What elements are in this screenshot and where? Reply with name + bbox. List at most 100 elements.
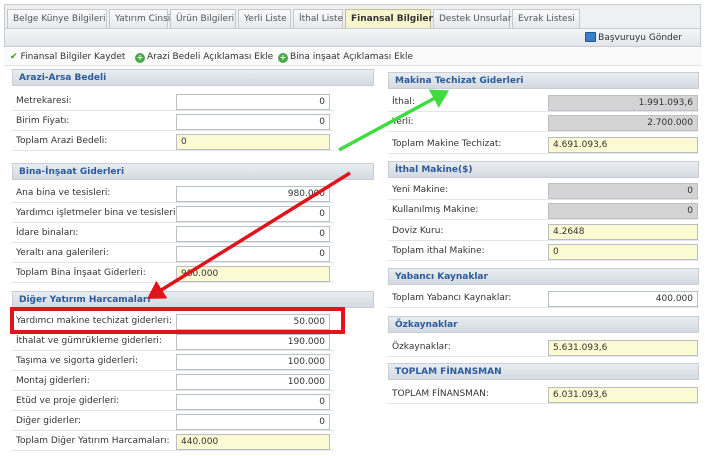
used-machine-value: 0 <box>548 203 698 219</box>
field-label: Kullanılmış Makine: <box>392 205 479 215</box>
row-total-imported-machine: Toplam ithal Makine: 0 <box>388 242 699 261</box>
section-equity: Özkaynaklar <box>388 316 699 333</box>
main-building-input[interactable]: 980.000 <box>176 186 330 202</box>
import-customs-input[interactable]: 190.000 <box>176 334 330 350</box>
tab-yatirim-cinsi[interactable]: Yatırım Cinsi <box>109 9 170 29</box>
submit-application-button[interactable]: Başvuruyu Gönder <box>585 31 682 45</box>
aux-building-input[interactable]: 0 <box>176 206 330 222</box>
total-financing-value: 6.031.093,6 <box>548 387 698 403</box>
row-total-land: Toplam Arazi Bedeli: 0 <box>12 132 334 151</box>
tab-finansal-bilgiler[interactable]: Finansal Bilgiler <box>345 9 433 29</box>
total-machinery-value: 4.691.093,6 <box>548 137 698 153</box>
tab-belge-kunye[interactable]: Belge Künye Bilgileri <box>7 9 107 29</box>
transport-insurance-input[interactable]: 100.000 <box>176 354 330 370</box>
aux-machinery-input[interactable]: 50.000 <box>176 314 330 330</box>
send-icon <box>585 32 597 42</box>
row-total-foreign-sources: Toplam Yabancı Kaynaklar: 400.000 <box>388 289 699 308</box>
field-label: Etüd ve proje giderleri: <box>16 396 120 406</box>
row-land-area: Metrekaresi: 0 <box>12 92 334 111</box>
row-exchange-rate: Doviz Kuru: 4.2648 <box>388 222 699 241</box>
unit-price-input[interactable]: 0 <box>176 114 330 130</box>
field-label: Birim Fiyatı: <box>16 116 70 126</box>
add-land-description-label: Arazi Bedeli Açıklaması Ekle <box>147 52 274 62</box>
tab-destek-unsurlari[interactable]: Destek Unsurları <box>433 9 514 29</box>
new-machine-value: 0 <box>548 183 698 199</box>
field-label: Yeni Makine: <box>392 185 449 195</box>
section-other-investments: Diğer Yatırım Harcamaları <box>12 291 374 308</box>
row-total-financing: TOPLAM FİNANSMAN: 6.031.093,6 <box>388 385 699 404</box>
row-imported-machinery: İthal: 1.991.093,6 <box>388 93 699 112</box>
tab-yerli-liste[interactable]: Yerli Liste <box>238 9 291 29</box>
row-main-building: Ana bina ve tesisleri: 980.000 <box>12 184 334 203</box>
row-new-machine: Yeni Makine: 0 <box>388 181 699 200</box>
field-label: Taşıma ve sigorta giderleri: <box>16 356 139 366</box>
total-foreign-sources-input[interactable]: 400.000 <box>548 291 698 307</box>
row-study-project: Etüd ve proje giderleri: 0 <box>12 392 334 411</box>
field-label: Yerli: <box>392 117 414 127</box>
row-aux-machinery: Yardımcı makine techizat giderleri: 50.0… <box>12 312 334 331</box>
other-expenses-input[interactable]: 0 <box>176 414 330 430</box>
section-imported-machine-usd: İthal Makine($) <box>388 161 699 178</box>
section-machinery-costs: Makina Techizat Giderleri <box>388 72 699 89</box>
study-project-input[interactable]: 0 <box>176 394 330 410</box>
row-total-machinery: Toplam Makine Techizat: 4.691.093,6 <box>388 135 699 154</box>
add-building-description-label: Bina inşaat Açıklaması Ekle <box>290 52 414 62</box>
add-icon: + <box>135 53 145 63</box>
section-foreign-sources: Yabancı Kaynaklar <box>388 268 699 285</box>
field-label: Diğer giderler: <box>16 416 82 426</box>
field-label: Montaj giderleri: <box>16 376 90 386</box>
row-import-customs: İthalat ve gümrükleme giderleri: 190.000 <box>12 332 334 351</box>
tab-urun-bilgileri[interactable]: Ürün Bilgileri <box>170 9 236 29</box>
land-area-input[interactable]: 0 <box>176 94 330 110</box>
assembly-input[interactable]: 100.000 <box>176 374 330 390</box>
admin-building-input[interactable]: 0 <box>176 226 330 242</box>
field-label: Toplam Bina İnşaat Giderleri: <box>16 268 146 278</box>
section-total-financing: TOPLAM FİNANSMAN <box>388 363 699 380</box>
field-label: Ana bina ve tesisleri: <box>16 188 111 198</box>
field-label: Yardımcı işletmeler bina ve tesisleri: <box>16 208 179 218</box>
total-imported-machine-value: 0 <box>548 244 698 260</box>
row-admin-building: İdare binaları: 0 <box>12 224 334 243</box>
tab-evrak-listesi[interactable]: Evrak Listesi <box>512 9 580 29</box>
top-toolbar: Başvuruyu Gönder <box>4 28 701 47</box>
row-domestic-machinery: Yerli: 2.700.000 <box>388 113 699 132</box>
field-label: Yardımcı makine techizat giderleri: <box>16 316 172 326</box>
field-label: Doviz Kuru: <box>392 226 444 236</box>
total-building-value: 980.000 <box>176 266 330 282</box>
row-equity: Özkaynaklar: 5.631.093,6 <box>388 338 699 357</box>
field-label: İdare binaları: <box>16 228 79 238</box>
equity-value: 5.631.093,6 <box>548 340 698 356</box>
total-land-value: 0 <box>176 134 330 150</box>
save-financial-button[interactable]: ✔ Finansal Bilgiler Kaydet <box>10 48 125 66</box>
field-label: TOPLAM FİNANSMAN: <box>392 389 489 399</box>
add-icon: + <box>278 53 288 63</box>
checkmark-icon: ✔ <box>10 52 18 62</box>
row-assembly: Montaj giderleri: 100.000 <box>12 372 334 391</box>
imported-machinery-value: 1.991.093,6 <box>548 95 698 111</box>
action-bar: ✔ Finansal Bilgiler Kaydet + Arazi Bedeli … <box>4 48 701 66</box>
section-building-costs: Bina-İnşaat Giderleri <box>12 163 374 180</box>
field-label: Toplam Yabancı Kaynaklar: <box>392 293 512 303</box>
underground-input[interactable]: 0 <box>176 246 330 262</box>
add-building-description-button[interactable]: + Bina inşaat Açıklaması Ekle <box>278 48 413 66</box>
field-label: İthal: <box>392 97 415 107</box>
row-underground: Yeraltı ana galerileri: 0 <box>12 244 334 263</box>
field-label: Toplam ithal Makine: <box>392 246 485 256</box>
add-land-description-button[interactable]: + Arazi Bedeli Açıklaması Ekle <box>135 48 273 66</box>
exchange-rate-value: 4.2648 <box>548 224 698 240</box>
section-land-cost: Arazi-Arsa Bedeli <box>12 69 374 86</box>
tab-ithal-liste[interactable]: İthal Liste <box>293 9 343 29</box>
row-other-expenses: Diğer giderler: 0 <box>12 412 334 431</box>
field-label: Özkaynaklar: <box>392 342 451 352</box>
field-label: İthalat ve gümrükleme giderleri: <box>16 336 162 346</box>
tab-bar: Belge Künye Bilgileri Yatırım Cinsi Ürün… <box>4 4 701 29</box>
row-unit-price: Birim Fiyatı: 0 <box>12 112 334 131</box>
row-transport-insurance: Taşıma ve sigorta giderleri: 100.000 <box>12 352 334 371</box>
field-label: Toplam Makine Techizat: <box>392 139 502 149</box>
save-financial-label: Finansal Bilgiler Kaydet <box>20 52 126 62</box>
field-label: Yeraltı ana galerileri: <box>16 248 109 258</box>
row-total-building: Toplam Bina İnşaat Giderleri: 980.000 <box>12 264 334 283</box>
field-label: Metrekaresi: <box>16 96 72 106</box>
field-label: Toplam Arazi Bedeli: <box>16 136 108 146</box>
submit-application-label: Başvuruyu Gönder <box>598 33 682 43</box>
